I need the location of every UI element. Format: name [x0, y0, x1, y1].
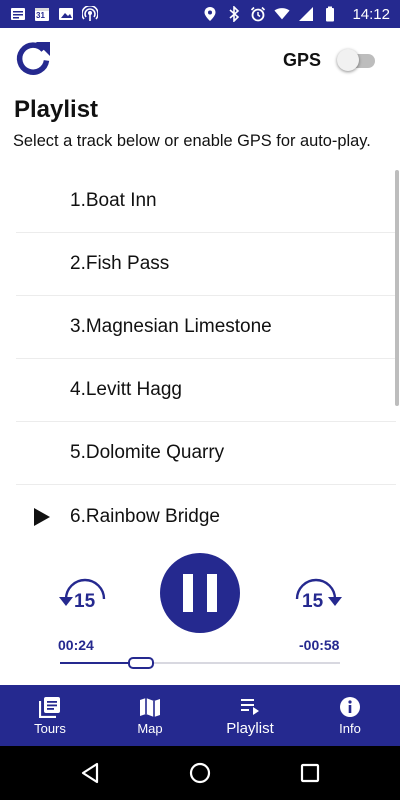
- track-label: 5.Dolomite Quarry: [70, 442, 225, 463]
- nav-label: Map: [137, 721, 163, 736]
- calendar-date: 31: [36, 11, 45, 20]
- message-icon: [10, 6, 26, 22]
- page-title: Playlist: [14, 96, 99, 123]
- seek-thumb[interactable]: [128, 657, 155, 669]
- wifi-icon: [274, 6, 291, 22]
- pause-button[interactable]: [160, 553, 240, 633]
- nav-playlist[interactable]: Playlist: [200, 685, 300, 746]
- map-icon: [138, 695, 162, 719]
- track-item[interactable]: 1.Boat Inn: [16, 170, 396, 233]
- calendar-icon: 31: [34, 6, 50, 22]
- track-label: 6.Rainbow Bridge: [70, 505, 220, 527]
- tours-icon: [38, 695, 62, 719]
- nav-label: Info: [339, 721, 361, 736]
- status-right-icons: 14:12: [202, 6, 390, 23]
- home-circle-icon: [189, 762, 211, 784]
- gps-toggle[interactable]: [337, 49, 377, 71]
- nav-tours[interactable]: Tours: [0, 685, 100, 746]
- skip-forward-button[interactable]: 15: [287, 573, 345, 623]
- playlist-icon: [238, 694, 262, 718]
- nav-label: Playlist: [226, 720, 274, 737]
- playlist[interactable]: 1.Boat Inn 2.Fish Pass 3.Magnesian Limes…: [16, 170, 396, 550]
- back-triangle-icon: [81, 762, 99, 784]
- skip-back-button[interactable]: 15: [56, 573, 114, 623]
- bluetooth-icon: [226, 6, 242, 22]
- alarm-icon: [250, 6, 266, 22]
- home-button[interactable]: [188, 761, 212, 785]
- gps-toggle-thumb: [337, 49, 359, 71]
- gps-label: GPS: [283, 50, 322, 70]
- nav-map[interactable]: Map: [100, 685, 200, 746]
- skip-back-seconds: 15: [74, 591, 96, 612]
- seek-bar[interactable]: [60, 655, 340, 671]
- status-bar: 31 14:12: [0, 0, 400, 28]
- status-left-icons: 31: [10, 6, 98, 22]
- back-button[interactable]: [78, 761, 102, 785]
- refresh-icon: [16, 42, 50, 75]
- track-label: 1.Boat Inn: [70, 190, 157, 211]
- track-item[interactable]: 5.Dolomite Quarry: [16, 422, 396, 485]
- track-label: 2.Fish Pass: [70, 253, 170, 274]
- battery-icon: [322, 6, 338, 22]
- page-subtitle: Select a track below or enable GPS for a…: [13, 132, 371, 150]
- track-label: 3.Magnesian Limestone: [70, 316, 272, 337]
- system-nav-bar: [0, 746, 400, 800]
- pause-icon: [183, 574, 193, 612]
- track-item-active[interactable]: 6.Rainbow Bridge: [16, 485, 396, 548]
- recents-square-icon: [300, 763, 320, 783]
- bottom-nav: Tours Map Playlist Info: [0, 685, 400, 746]
- skip-forward-seconds: 15: [302, 591, 324, 612]
- image-icon: [58, 6, 74, 22]
- nav-label: Tours: [34, 721, 66, 736]
- nav-info[interactable]: Info: [300, 685, 400, 746]
- track-label: 4.Levitt Hagg: [70, 379, 182, 400]
- track-item[interactable]: 2.Fish Pass: [16, 233, 396, 296]
- elapsed-time: 00:24: [58, 637, 94, 653]
- refresh-button[interactable]: [12, 38, 54, 80]
- signal-icon: [298, 6, 314, 22]
- track-item[interactable]: 4.Levitt Hagg: [16, 359, 396, 422]
- status-time: 14:12: [352, 5, 390, 23]
- hotspot-icon: [82, 6, 98, 22]
- track-item[interactable]: 3.Magnesian Limestone: [16, 296, 396, 359]
- info-icon: [338, 695, 362, 719]
- remaining-time: -00:58: [299, 637, 340, 653]
- playlist-scrollbar[interactable]: [395, 170, 399, 406]
- now-playing-icon: [34, 507, 50, 526]
- recents-button[interactable]: [298, 761, 322, 785]
- location-icon: [202, 6, 218, 22]
- pause-icon: [207, 574, 217, 612]
